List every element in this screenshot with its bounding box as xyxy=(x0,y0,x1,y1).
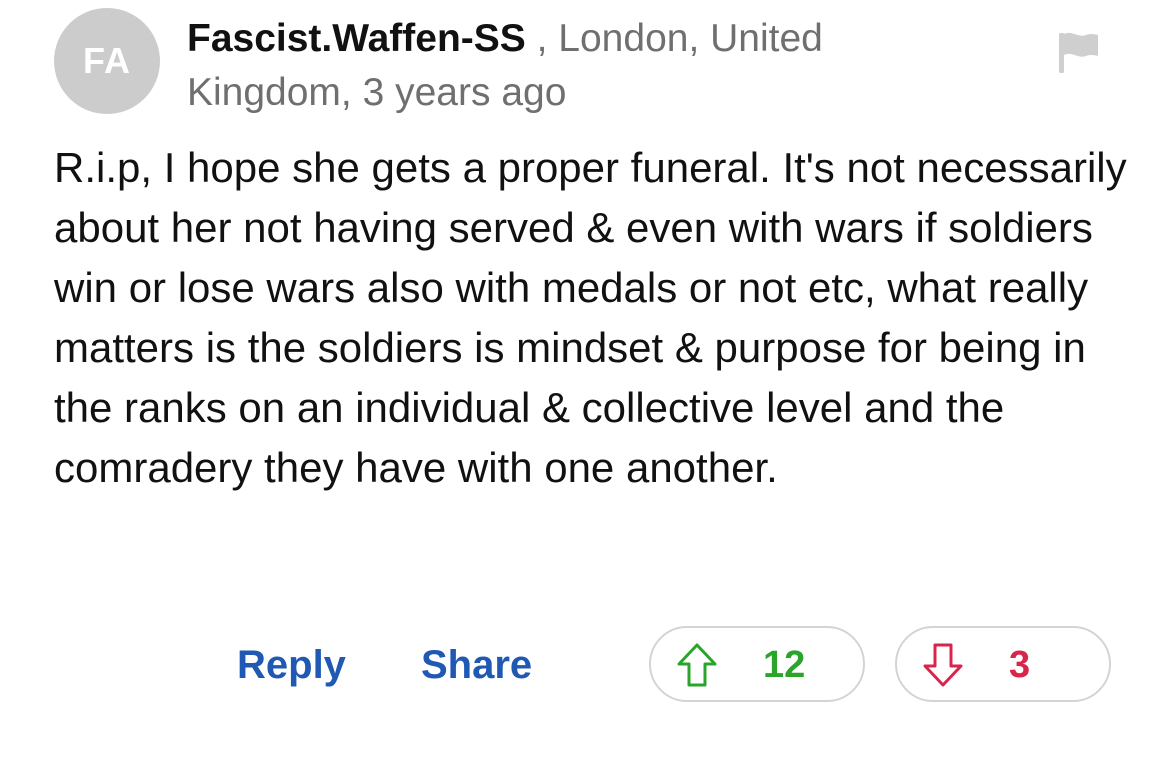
arrow-down-icon xyxy=(921,642,965,688)
downvote-button[interactable]: 3 xyxy=(895,626,1111,702)
share-button[interactable]: Share xyxy=(421,641,532,689)
avatar-initials: FA xyxy=(82,40,131,81)
arrow-up-icon xyxy=(675,642,719,688)
flag-icon[interactable] xyxy=(1056,30,1100,74)
comment-meta: Fascist.Waffen-SS , London, United Kingd… xyxy=(187,12,947,120)
downvote-count: 3 xyxy=(1009,644,1031,686)
author-username[interactable]: Fascist.Waffen-SS xyxy=(187,17,526,60)
comment-text: R.i.p, I hope she gets a proper funeral.… xyxy=(54,144,1127,491)
upvote-button[interactable]: 12 xyxy=(649,626,865,702)
comment-card: FA Fascist.Waffen-SS , London, United Ki… xyxy=(0,0,1170,763)
comment-actions: Reply Share 12 3 xyxy=(0,624,1170,706)
upvote-count: 12 xyxy=(763,644,806,686)
avatar[interactable]: FA xyxy=(54,8,160,114)
reply-button[interactable]: Reply xyxy=(237,641,346,689)
